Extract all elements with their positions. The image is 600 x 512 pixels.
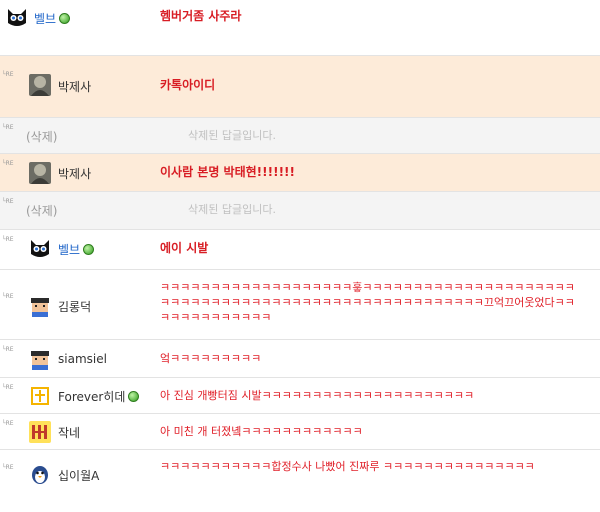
deleted-message: 삭제된 답글입니다. xyxy=(188,203,276,216)
reply-row: └RE 김롱덕 ㅋㅋㅋㅋㅋㅋㅋㅋㅋㅋㅋㅋㅋㅋㅋㅋㅋㅋㅋ흫ㅋㅋㅋㅋㅋㅋㅋㅋㅋㅋㅋㅋ… xyxy=(0,270,600,340)
author-name[interactable]: 작네 xyxy=(58,424,80,441)
reply-row: └RE 작네 아 미친 개 터졌녴ㅋㅋㅋㅋㅋㅋㅋㅋㅋㅋㅋㅋ xyxy=(0,414,600,450)
comment-message: 아 진심 개빵터짐 시발ㅋㅋㅋㅋㅋㅋㅋㅋㅋㅋㅋㅋㅋㅋㅋㅋㅋㅋㅋㅋㅋ xyxy=(160,389,475,402)
comment-message: 에이 시발 xyxy=(160,241,209,255)
deleted-message: 삭제된 답글입니다. xyxy=(188,129,276,142)
comment-message: 아 미친 개 터졌녴ㅋㅋㅋㅋㅋㅋㅋㅋㅋㅋㅋㅋ xyxy=(160,425,363,438)
author-name-text[interactable]: 벨브 xyxy=(58,243,80,257)
reply-arrow-icon: └RE xyxy=(2,71,14,78)
reply-row: └RE siamsiel 엌ㅋㅋㅋㅋㅋㅋㅋㅋㅋ xyxy=(0,340,600,378)
author-name: (삭제) xyxy=(26,130,58,144)
author-name[interactable]: 벨브 xyxy=(58,241,95,258)
comment-message: 헴버거좀 사주라 xyxy=(160,9,242,23)
reply-arrow-icon: └RE xyxy=(2,420,14,427)
reply-arrow-icon: └RE xyxy=(2,293,14,300)
pixel-character-avatar-icon[interactable] xyxy=(29,295,51,317)
reply-row: └RE 박제사 이사람 본명 박태현!!!!!!! xyxy=(0,154,600,192)
comment-message: ㅋㅋㅋㅋㅋㅋㅋㅋㅋㅋㅋㅋㅋㅋㅋㅋㅋㅋㅋ흫ㅋㅋㅋㅋㅋㅋㅋㅋㅋㅋㅋㅋㅋㅋㅋㅋㅋㅋㅋㅋ… xyxy=(160,281,575,324)
comment-message: 이사람 본명 박태현!!!!!!! xyxy=(160,165,295,179)
black-cat-avatar-icon[interactable] xyxy=(6,7,28,29)
comment-row: 벨브 헴버거좀 사주라 xyxy=(0,0,600,56)
author-name[interactable]: 십이월A xyxy=(58,467,99,484)
photo-avatar-icon[interactable] xyxy=(29,162,51,184)
comment-message: 엌ㅋㅋㅋㅋㅋㅋㅋㅋㅋ xyxy=(160,352,262,365)
author-name[interactable]: Forever히데 xyxy=(58,388,140,405)
reply-arrow-icon: └RE xyxy=(2,464,14,471)
reply-arrow-icon: └RE xyxy=(2,346,14,353)
reply-arrow-icon: └RE xyxy=(2,160,14,167)
reply-row: └RE Forever히데 아 진심 개빵터짐 시발ㅋㅋㅋㅋㅋㅋㅋㅋㅋㅋㅋㅋㅋㅋ… xyxy=(0,378,600,414)
photo-avatar-icon[interactable] xyxy=(29,74,51,96)
yellow-letter-avatar-icon[interactable] xyxy=(29,385,51,407)
black-cat-avatar-icon[interactable] xyxy=(29,238,51,260)
online-status-icon xyxy=(128,391,140,402)
yellow-text-avatar-icon[interactable] xyxy=(29,421,51,443)
reply-row-deleted: └RE (삭제) 삭제된 답글입니다. xyxy=(0,118,600,154)
reply-row: └RE 십이월A ㅋㅋㅋㅋㅋㅋㅋㅋㅋㅋㅋ합정수사 나빴어 진짜루 ㅋㅋㅋㅋㅋㅋㅋ… xyxy=(0,450,600,502)
penguin-avatar-icon[interactable] xyxy=(29,463,51,485)
author-name[interactable]: 벨브 xyxy=(34,10,71,27)
author-name: (삭제) xyxy=(26,204,58,218)
reply-arrow-icon: └RE xyxy=(2,198,14,205)
online-status-icon xyxy=(59,13,71,24)
author-name[interactable]: 박제사 xyxy=(58,165,91,182)
pixel-character-avatar-icon[interactable] xyxy=(29,348,51,370)
author-name-text[interactable]: 벨브 xyxy=(34,12,56,26)
author-name[interactable]: 김롱덕 xyxy=(58,298,91,315)
reply-row: └RE 벨브 에이 시발 xyxy=(0,230,600,270)
comment-message: 카톡아이디 xyxy=(160,78,216,92)
reply-row-deleted: └RE (삭제) 삭제된 답글입니다. xyxy=(0,192,600,230)
reply-arrow-icon: └RE xyxy=(2,236,14,243)
reply-arrow-icon: └RE xyxy=(2,384,14,391)
author-name-text[interactable]: Forever히데 xyxy=(58,390,125,404)
online-status-icon xyxy=(83,244,95,255)
author-name[interactable]: 박제사 xyxy=(58,78,91,95)
reply-arrow-icon: └RE xyxy=(2,124,14,131)
reply-row: └RE 박제사 카톡아이디 xyxy=(0,56,600,118)
comment-list: 벨브 헴버거좀 사주라 └RE 박제사 카톡아이디 └RE (삭제) 삭제된 답… xyxy=(0,0,600,502)
comment-message: ㅋㅋㅋㅋㅋㅋㅋㅋㅋㅋㅋ합정수사 나빴어 진짜루 ㅋㅋㅋㅋㅋㅋㅋㅋㅋㅋㅋㅋㅋㅋㅋ xyxy=(160,460,535,473)
author-name[interactable]: siamsiel xyxy=(58,352,107,366)
